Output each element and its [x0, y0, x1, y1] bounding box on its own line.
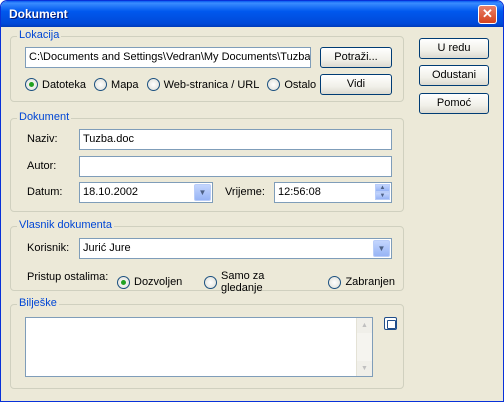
radio-label: Zabranjen — [345, 276, 395, 288]
document-legend: Dokument — [17, 111, 72, 123]
author-field[interactable] — [79, 156, 392, 177]
radio-label: Ostalo — [284, 78, 317, 91]
view-button[interactable]: Vidi — [320, 74, 392, 95]
radio-label: Datoteka — [42, 78, 87, 91]
browse-button[interactable]: Potraži... — [320, 47, 392, 68]
radio-samo-za-gledanje[interactable]: Samo za gledanje — [204, 270, 306, 294]
location-type-radios: Datoteka Mapa Web-stranica / URL Ostalo — [25, 78, 324, 91]
close-icon: ✕ — [482, 6, 493, 21]
notes-legend: Bilješke — [17, 297, 59, 309]
close-button[interactable]: ✕ — [478, 5, 497, 24]
chevron-down-icon[interactable]: ▼ — [373, 240, 390, 257]
user-combobox[interactable]: Jurić Jure ▼ — [79, 238, 392, 259]
notes-editor-icon[interactable] — [384, 317, 397, 330]
name-label: Naziv: — [27, 133, 58, 145]
date-value: 18.10.2002 — [83, 186, 139, 198]
time-value: 12:56:08 — [278, 186, 321, 198]
radio-datoteka[interactable]: Datoteka — [25, 78, 86, 91]
path-field[interactable]: C:\Documents and Settings\Vedran\My Docu… — [25, 47, 311, 68]
radio-label: Web-stranica / URL — [163, 78, 260, 91]
location-group: Lokacija C:\Documents and Settings\Vedra… — [10, 29, 404, 102]
radio-label: Dozvoljen — [134, 276, 183, 288]
notes-group: Bilješke ▲ ▼ — [10, 297, 404, 389]
notes-scrollbar[interactable]: ▲ ▼ — [356, 318, 372, 376]
radio-ostalo[interactable]: Ostalo — [267, 78, 316, 91]
title-bar[interactable]: Dokument ✕ — [1, 1, 503, 27]
radio-label: Mapa — [111, 78, 139, 91]
window-title: Dokument — [9, 7, 68, 21]
notes-textarea[interactable]: ▲ ▼ — [25, 317, 373, 377]
user-label: Korisnik: — [27, 242, 70, 254]
user-value: Jurić Jure — [83, 242, 131, 254]
radio-web[interactable]: Web-stranica / URL — [146, 78, 260, 91]
access-label: Pristup ostalima: — [27, 271, 109, 283]
time-field[interactable]: 12:56:08 ▲ ▼ — [274, 182, 392, 203]
radio-button[interactable] — [146, 78, 160, 91]
author-label: Autor: — [27, 160, 57, 172]
dokument-dialog: Dokument ✕ U redu Odustani Pomoć Lokacij… — [0, 0, 504, 402]
radio-button[interactable] — [204, 275, 217, 289]
document-group: Dokument Naziv: Tuzba.doc Autor: Datum: … — [10, 111, 404, 212]
radio-dozvoljen[interactable]: Dozvoljen — [117, 275, 183, 289]
time-label: Vrijeme: — [225, 186, 265, 198]
scroll-up-icon[interactable]: ▲ — [357, 318, 372, 333]
owner-group: Vlasnik dokumenta Korisnik: Jurić Jure ▼… — [10, 219, 404, 294]
location-legend: Lokacija — [17, 29, 62, 41]
ok-button[interactable]: U redu — [419, 38, 489, 59]
owner-legend: Vlasnik dokumenta — [17, 219, 114, 231]
radio-label: Samo za gledanje — [220, 270, 265, 294]
date-label: Datum: — [27, 186, 63, 198]
date-picker[interactable]: 18.10.2002 ▼ — [79, 182, 213, 203]
radio-button[interactable] — [328, 275, 342, 289]
radio-button[interactable] — [94, 78, 108, 91]
access-radios: Dozvoljen Samo za gledanje Zabranjen — [117, 270, 403, 294]
radio-button[interactable] — [267, 78, 281, 91]
spin-up-icon[interactable]: ▲ — [375, 184, 390, 192]
chevron-down-icon[interactable]: ▼ — [194, 184, 211, 201]
radio-mapa[interactable]: Mapa — [94, 78, 139, 91]
spin-down-icon[interactable]: ▼ — [375, 192, 390, 200]
cancel-button[interactable]: Odustani — [419, 65, 489, 86]
scroll-down-icon[interactable]: ▼ — [357, 361, 372, 376]
time-spinner[interactable]: ▲ ▼ — [375, 184, 390, 201]
radio-button[interactable] — [25, 78, 38, 91]
help-button[interactable]: Pomoć — [419, 93, 489, 114]
radio-zabranjen[interactable]: Zabranjen — [328, 275, 395, 289]
radio-button[interactable] — [117, 275, 130, 289]
name-field[interactable]: Tuzba.doc — [79, 129, 392, 150]
